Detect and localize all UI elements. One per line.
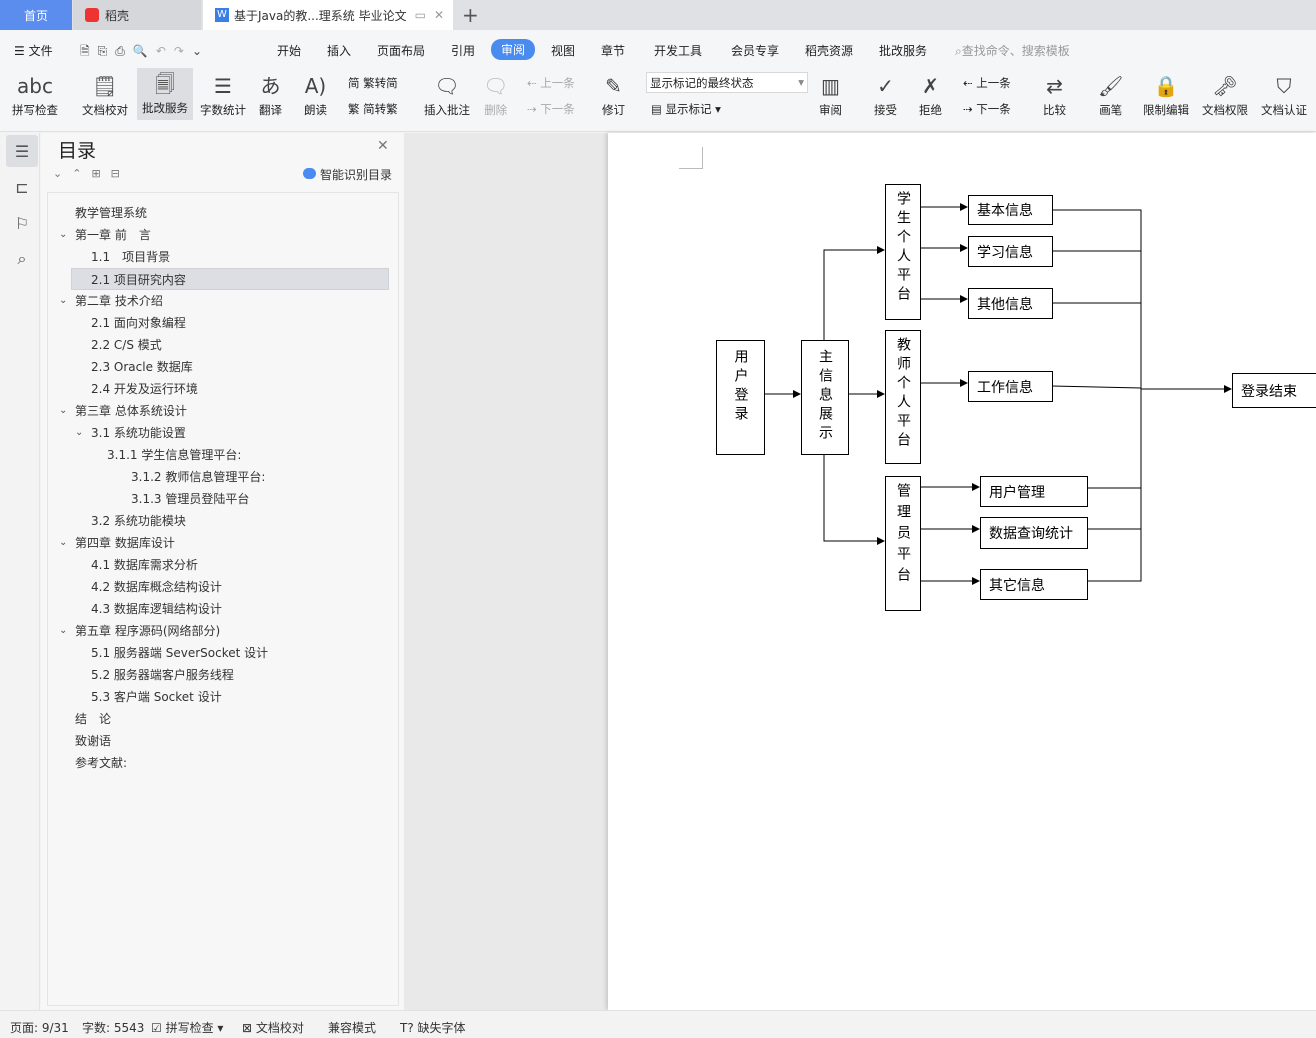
- word-count[interactable]: 字数: 5543: [82, 1019, 144, 1036]
- spell-check-icon: ☑: [151, 1021, 162, 1035]
- proofread-status[interactable]: ⊠ 文档校对: [242, 1019, 304, 1036]
- label: 拼写检查: [165, 1021, 214, 1035]
- page-indicator[interactable]: 页面: 9/31: [10, 1019, 69, 1036]
- box-work-info: 工作信息: [968, 371, 1053, 402]
- label: 缺失字体: [417, 1021, 466, 1035]
- flowchart-connectors: [764, 203, 1232, 585]
- box-user-management: 用户管理: [980, 476, 1088, 507]
- box-student-platform: 学生个人平台: [885, 184, 921, 320]
- box-data-query: 数据查询统计: [980, 517, 1088, 549]
- box-study-info: 学习信息: [968, 236, 1053, 267]
- box-main-info: 主信息展示: [801, 340, 849, 455]
- box-basic-info: 基本信息: [968, 195, 1053, 225]
- missing-font-button[interactable]: T? 缺失字体: [400, 1019, 466, 1036]
- box-user-login: 用户登录: [716, 340, 765, 455]
- box-login-end: 登录结束: [1232, 373, 1316, 408]
- status-bar: 页面: 9/31 字数: 5543 ☑ 拼写检查 ▾ ⊠ 文档校对 兼容模式 T…: [0, 1010, 1316, 1038]
- missing-font-icon: T?: [400, 1021, 414, 1035]
- box-teacher-platform: 教师个人平台: [885, 330, 921, 464]
- spell-check-status[interactable]: ☑ 拼写检查 ▾: [151, 1019, 223, 1036]
- proofread-icon: ⊠: [242, 1021, 253, 1035]
- box-admin-platform: 管理员平台: [885, 476, 921, 611]
- arrow-main-admin: [823, 454, 885, 545]
- arrow-main-student: [823, 246, 885, 340]
- box-other-info-2: 其它信息: [980, 569, 1088, 600]
- box-other-info: 其他信息: [968, 288, 1053, 319]
- compat-mode: 兼容模式: [328, 1021, 377, 1035]
- label: 文档校对: [255, 1021, 304, 1035]
